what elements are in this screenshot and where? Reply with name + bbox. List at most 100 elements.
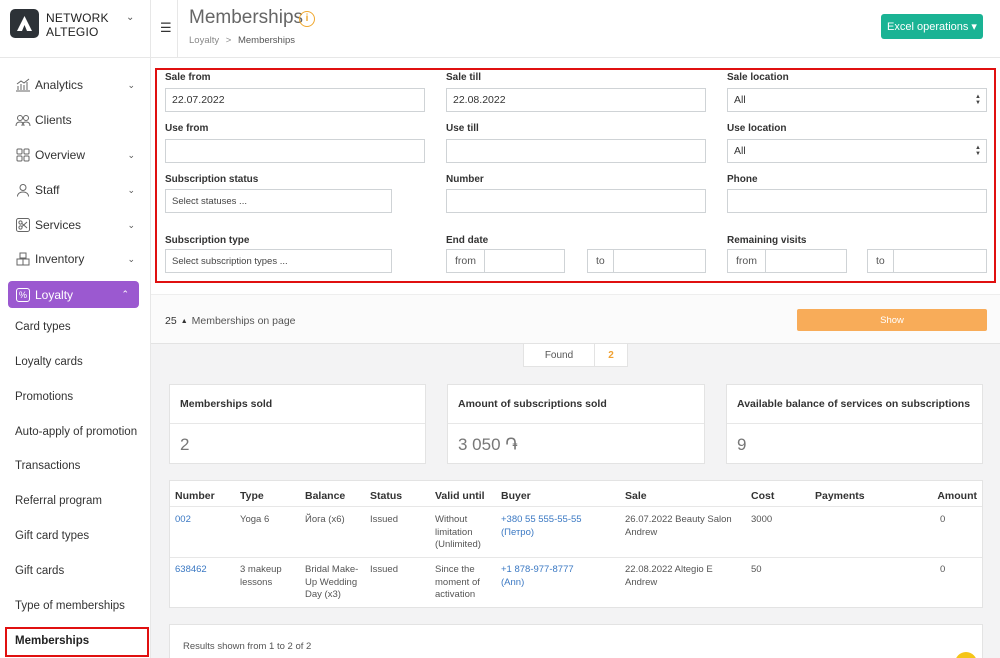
brand-name[interactable]: NETWORK ALTEGIO [46,11,109,39]
column-header-number[interactable]: Number [175,490,215,502]
sidebar-item-clients[interactable]: Clients [15,109,135,131]
use-till-label: Use till [446,123,479,134]
memberships-table: Number Type Balance Status Valid until B… [169,480,983,608]
sidebar-subitem-type-of-memberships[interactable]: Type of memberships [15,600,125,612]
chevron-up-icon: ⌃ [121,289,129,299]
cell-amount: 0 [940,564,946,575]
stat-value: 2 [180,435,190,454]
show-button[interactable]: Show [797,309,987,331]
sidebar-item-analytics[interactable]: Analytics ⌄ [15,74,135,96]
sale-till-input[interactable]: 22.08.2022 [446,88,706,112]
breadcrumb-parent[interactable]: Loyalty [189,35,219,46]
number-input[interactable] [446,189,706,213]
sidebar-item-label: Overview [35,148,86,162]
stat-title: Memberships sold [170,385,425,424]
sale-from-input[interactable]: 22.07.2022 [165,88,425,112]
sidebar-subitem-auto-apply[interactable]: Auto-apply of promotion [15,426,137,438]
end-date-to-input[interactable]: to [587,249,706,273]
column-header-valid-until[interactable]: Valid until [435,490,485,502]
buyer-link[interactable]: +1 878-977-8777 (Ann) [501,564,591,589]
buyer-link[interactable]: +380 55 555-55-55 (Петро) [501,514,591,539]
membership-number-link[interactable]: 638462 [175,564,207,577]
sidebar-item-label: Inventory [35,252,85,266]
sidebar-subitem-referral[interactable]: Referral program [15,495,102,507]
sidebar-item-loyalty[interactable]: % Loyalty ⌃ [8,281,139,308]
membership-number-link[interactable]: 002 [175,514,191,527]
column-header-buyer[interactable]: Buyer [501,490,531,502]
use-location-value: All [734,145,746,157]
use-till-input[interactable] [446,139,706,163]
page-size-label: Memberships on page [191,315,296,327]
select-arrow-icon: ▲ [180,317,188,325]
use-location-select[interactable]: All ▲ ▼ [727,139,987,163]
sale-location-label: Sale location [727,72,789,83]
found-badge: Found 2 [523,344,628,367]
sidebar-item-inventory[interactable]: Inventory ⌄ [15,248,135,270]
sale-till-value: 22.08.2022 [453,94,506,106]
sidebar-item-label: Staff [35,183,60,197]
subscription-type-label: Subscription type [165,235,250,246]
cell-cost: 50 [751,564,762,575]
page-size-select[interactable]: 25 ▲ Memberships on page [165,310,296,332]
sidebar-subitem-card-types[interactable]: Card types [15,321,71,333]
menu-icon[interactable]: ☰ [160,20,172,36]
brand-line2: ALTEGIO [46,25,99,39]
stat-card-available-balance: Available balance of services on subscri… [726,384,983,464]
header-divider [177,0,178,58]
end-date-from-input[interactable]: from [446,249,565,273]
stat-value: 3 050 ֏ [458,435,518,454]
info-icon[interactable]: i [299,11,315,27]
stat-value: 9 [737,435,747,454]
use-from-input[interactable] [165,139,425,163]
sidebar-subitem-loyalty-cards[interactable]: Loyalty cards [15,356,83,368]
sidebar-item-staff[interactable]: Staff ⌄ [15,179,135,201]
column-header-cost[interactable]: Cost [751,490,774,502]
sale-location-select[interactable]: All ▲ ▼ [727,88,987,112]
column-header-status[interactable]: Status [370,490,402,502]
excel-operations-button[interactable]: Excel operations ▾ [881,14,983,39]
cell-valid-until: Without limitation (Unlimited) [435,514,481,550]
chevron-down-icon: ⌄ [127,219,135,230]
sidebar-subitem-promotions[interactable]: Promotions [15,391,73,403]
sidebar-subitem-gift-cards[interactable]: Gift cards [15,565,64,577]
sidebar-item-label: Services [35,218,82,232]
phone-input[interactable] [727,189,987,213]
column-header-type[interactable]: Type [240,490,264,502]
column-header-sale[interactable]: Sale [625,490,647,502]
brand-logo[interactable] [10,9,39,38]
subscription-type-select[interactable]: Select subscription types ... [165,249,392,273]
sidebar-item-services[interactable]: Services ⌄ [15,214,135,236]
app-root: NETWORK ALTEGIO ⌄ Analytics ⌄ Clients Ov… [0,0,1000,658]
found-label: Found [524,344,595,366]
cell-sale: 22.08.2022 Altegio E Andrew [625,564,713,588]
stat-title: Amount of subscriptions sold [448,385,704,424]
breadcrumb: Loyalty > Memberships [189,35,295,46]
percent-icon: % [16,287,30,302]
column-header-payments[interactable]: Payments [815,490,865,502]
sale-from-label: Sale from [165,72,211,83]
results-footer: Results shown from 1 to 2 of 2 [169,624,983,658]
table-divider [170,557,982,558]
sidebar-subitem-transactions[interactable]: Transactions [15,460,80,472]
cell-sale: 26.07.2022 Beauty Salon Andrew [625,514,732,538]
cell-status: Issued [370,514,398,525]
sidebar-subitem-memberships[interactable]: Memberships [15,635,89,647]
stat-title: Available balance of services on subscri… [727,385,982,424]
sidebar-subitem-gift-card-types[interactable]: Gift card types [15,530,89,542]
sidebar-item-overview[interactable]: Overview ⌄ [15,144,135,166]
breadcrumb-current: Memberships [237,35,295,46]
chevron-down-icon: ⌄ [127,253,135,264]
select-arrow-icon: ▲ ▼ [975,145,981,157]
cell-balance: Йога (x6) [305,514,345,525]
subscription-status-select[interactable]: Select statuses ... [165,189,392,213]
remaining-visits-to-input[interactable]: to [867,249,987,273]
end-date-label: End date [446,235,489,246]
filter-panel: Sale from 22.07.2022 Sale till 22.08.202… [151,58,1000,294]
column-header-balance[interactable]: Balance [305,490,345,502]
chevron-down-icon[interactable]: ⌄ [126,12,134,23]
remaining-visits-from-input[interactable]: from [727,249,847,273]
number-label: Number [446,174,484,185]
column-header-amount[interactable]: Amount [937,490,977,502]
stat-card-amount-sold: Amount of subscriptions sold 3 050 ֏ [447,384,705,464]
found-count: 2 [608,349,614,361]
